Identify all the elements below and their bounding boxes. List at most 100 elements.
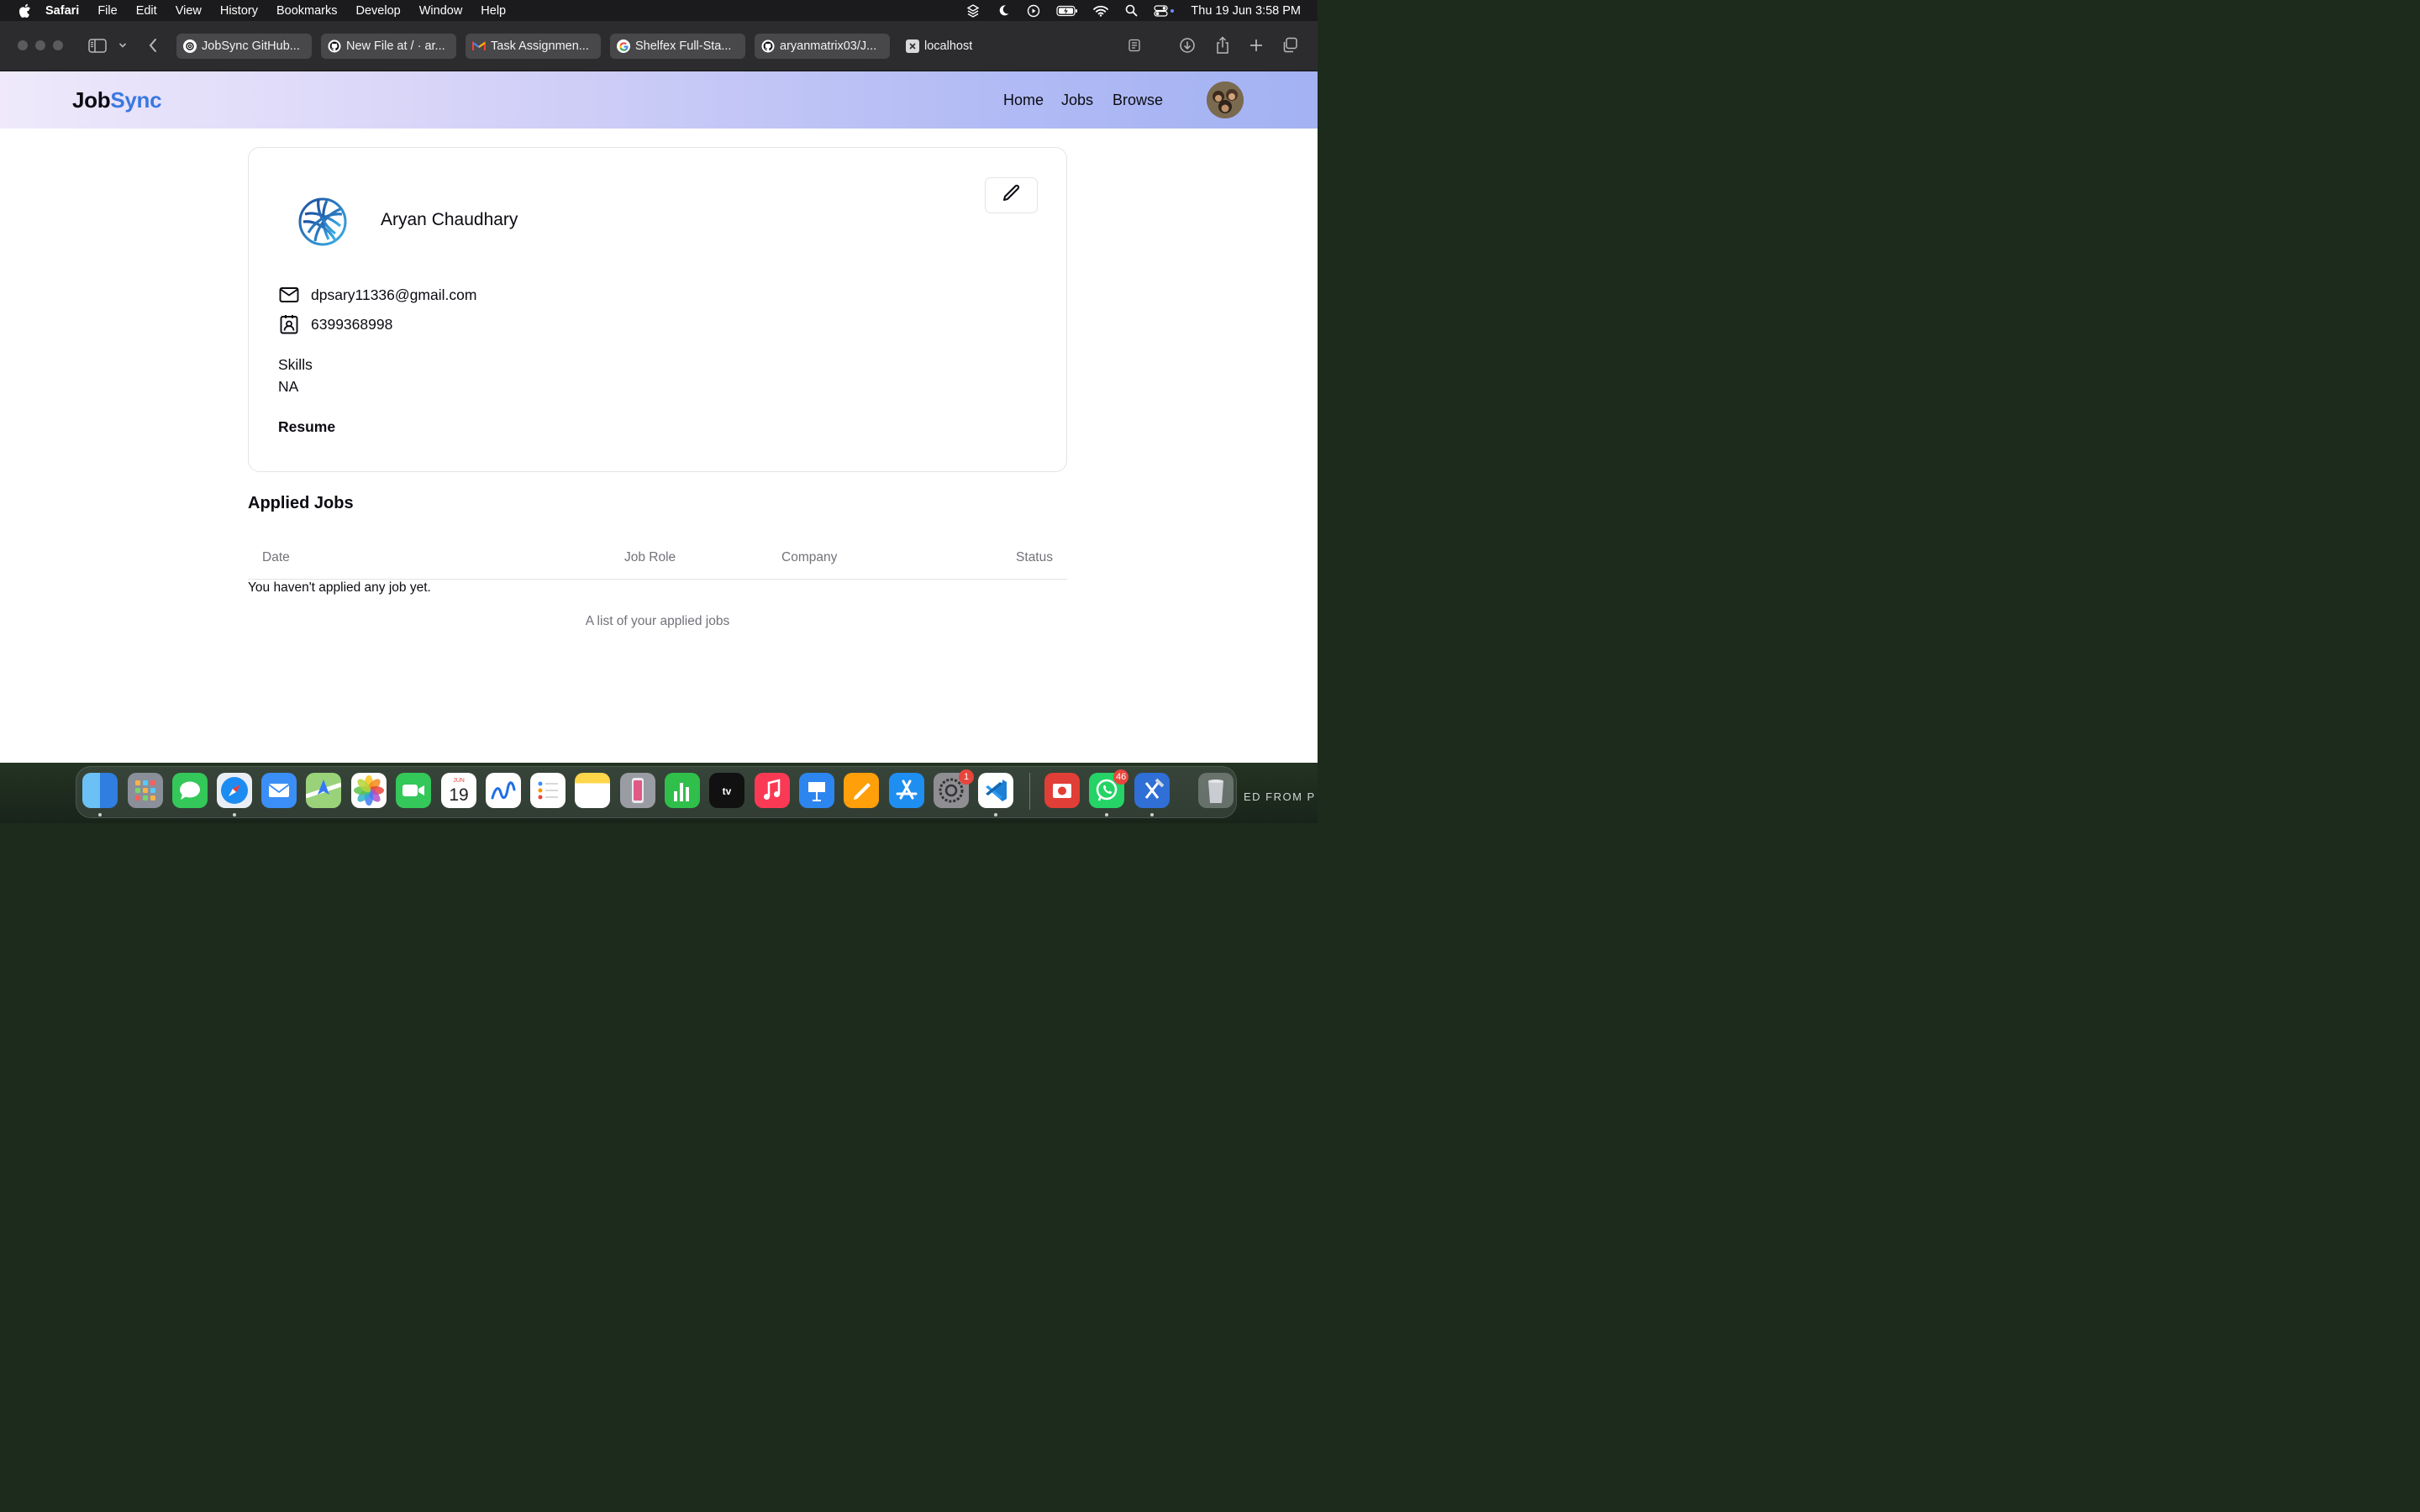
apple-icon[interactable]: [17, 3, 32, 18]
phone-row: 6399368998: [278, 313, 392, 335]
tab-overview-icon[interactable]: [1280, 35, 1300, 55]
chevron-down-icon[interactable]: [113, 35, 133, 55]
download-icon[interactable]: [1177, 35, 1197, 55]
menu-window[interactable]: Window: [419, 4, 463, 18]
desktop-edge-text: ED FROM P: [1244, 790, 1316, 803]
menu-edit[interactable]: Edit: [136, 4, 157, 18]
tab-shelfex[interactable]: Shelfex Full-Sta...: [610, 34, 745, 59]
tab-label: Task Assignmen...: [491, 39, 589, 53]
tab-task-assignment[interactable]: Task Assignmen...: [466, 34, 601, 59]
tab-label: aryanmatrix03/J...: [780, 39, 877, 53]
share-icon[interactable]: [1213, 35, 1233, 55]
menu-file[interactable]: File: [97, 4, 117, 18]
iphone-mirroring-icon[interactable]: [620, 773, 655, 808]
finder-icon[interactable]: [82, 773, 118, 808]
menu-bookmarks[interactable]: Bookmarks: [276, 4, 338, 18]
github-favicon-icon: [328, 39, 341, 53]
nav-home-link[interactable]: Home: [1003, 92, 1044, 109]
menu-clock[interactable]: Thu 19 Jun 3:58 PM: [1191, 4, 1301, 18]
svg-text:JUN: JUN: [453, 778, 465, 784]
battery-icon[interactable]: [1056, 4, 1078, 18]
messages-icon[interactable]: [172, 773, 208, 808]
tab-new-file[interactable]: New File at / · ar...: [321, 34, 456, 59]
close-tab-icon[interactable]: [906, 39, 919, 53]
tab-jobsync-github[interactable]: JobSync GitHub...: [176, 34, 312, 59]
menu-history[interactable]: History: [220, 4, 258, 18]
profile-phone: 6399368998: [311, 315, 393, 333]
trash-icon[interactable]: [1198, 773, 1234, 808]
table-caption: A list of your applied jobs: [585, 614, 730, 628]
github-favicon-icon: [761, 39, 775, 53]
profile-name: Aryan Chaudhary: [381, 210, 518, 229]
contact-card-icon: [278, 313, 300, 335]
browser-toolbar: JobSync GitHub... New File at / · ar... …: [0, 21, 1318, 71]
safari-icon[interactable]: [217, 773, 252, 808]
profile-email: dpsary11336@gmail.com: [311, 286, 477, 303]
minimize-window-button[interactable]: [35, 40, 45, 50]
google-favicon-icon: [617, 39, 630, 53]
site-logo[interactable]: JobSync: [72, 87, 162, 113]
maps-icon[interactable]: [305, 773, 342, 808]
column-status: Status: [1016, 550, 1053, 564]
new-tab-plus-icon[interactable]: [1246, 35, 1266, 55]
app-store-icon[interactable]: [889, 773, 924, 808]
pages-icon[interactable]: [844, 773, 879, 808]
running-indicator: [233, 813, 236, 816]
reader-icon[interactable]: [1124, 35, 1144, 55]
tab-localhost[interactable]: localhost: [899, 34, 1119, 59]
back-arrow-icon[interactable]: [143, 35, 163, 55]
tab-label: JobSync GitHub...: [202, 39, 300, 53]
sidebar-icon[interactable]: [87, 35, 108, 55]
settings-badge: 1: [959, 769, 974, 785]
mail-app-icon[interactable]: [261, 773, 297, 808]
running-indicator: [98, 813, 102, 816]
music-icon[interactable]: [755, 773, 790, 808]
gmail-favicon-icon: [472, 39, 486, 53]
tab-aryanmatrix-repo[interactable]: aryanmatrix03/J...: [755, 34, 890, 59]
resume-label: Resume: [278, 418, 336, 435]
edit-profile-button[interactable]: [985, 177, 1038, 213]
tab-label: New File at / · ar...: [346, 39, 445, 53]
nav-jobs-link[interactable]: Jobs: [1061, 92, 1093, 109]
zoom-window-button[interactable]: [53, 40, 63, 50]
facetime-icon[interactable]: [396, 773, 431, 808]
control-center-icon[interactable]: [1154, 4, 1176, 18]
xcode-icon[interactable]: [1134, 773, 1170, 808]
svg-text:19: 19: [449, 785, 468, 805]
menu-app-safari[interactable]: Safari: [45, 4, 79, 18]
calendar-icon[interactable]: JUN 19: [441, 773, 476, 808]
launchpad-icon[interactable]: [128, 773, 163, 808]
pencil-icon: [1002, 183, 1022, 207]
web-content: JobSync Home Jobs Browse Aryan Chaudhary…: [0, 71, 1318, 763]
freeform-icon[interactable]: [486, 773, 521, 808]
numbers-icon[interactable]: [665, 773, 700, 808]
empty-state-message: You haven't applied any job yet.: [248, 580, 431, 595]
keynote-icon[interactable]: [799, 773, 834, 808]
notes-icon[interactable]: [575, 773, 610, 808]
site-navbar: JobSync Home Jobs Browse: [0, 71, 1318, 129]
close-window-button[interactable]: [18, 40, 28, 50]
nav-browse-link[interactable]: Browse: [1113, 92, 1163, 109]
wifi-icon[interactable]: [1093, 4, 1109, 18]
menu-bar: Safari File Edit View History Bookmarks …: [0, 0, 1318, 21]
menu-view[interactable]: View: [176, 4, 202, 18]
applied-jobs-table-header: Date Job Role Company Status: [248, 542, 1067, 580]
user-avatar[interactable]: [1207, 81, 1244, 118]
photo-booth-icon[interactable]: [1044, 773, 1080, 808]
photos-icon[interactable]: [351, 773, 387, 808]
logo-part-job: Job: [72, 87, 111, 113]
window-controls: [18, 40, 63, 50]
reminders-icon[interactable]: [530, 773, 566, 808]
logo-part-sync: Sync: [110, 87, 162, 113]
mail-icon: [278, 284, 300, 306]
play-circle-icon[interactable]: [1026, 4, 1041, 18]
email-row: dpsary11336@gmail.com: [278, 284, 476, 306]
search-icon[interactable]: [1123, 4, 1139, 18]
layers-icon[interactable]: [965, 3, 981, 18]
vscode-icon[interactable]: [978, 773, 1013, 808]
moon-icon[interactable]: [996, 4, 1011, 18]
menu-develop[interactable]: Develop: [356, 4, 401, 18]
apple-tv-icon[interactable]: tv: [709, 773, 744, 808]
running-indicator: [1150, 813, 1154, 816]
menu-help[interactable]: Help: [481, 4, 506, 18]
